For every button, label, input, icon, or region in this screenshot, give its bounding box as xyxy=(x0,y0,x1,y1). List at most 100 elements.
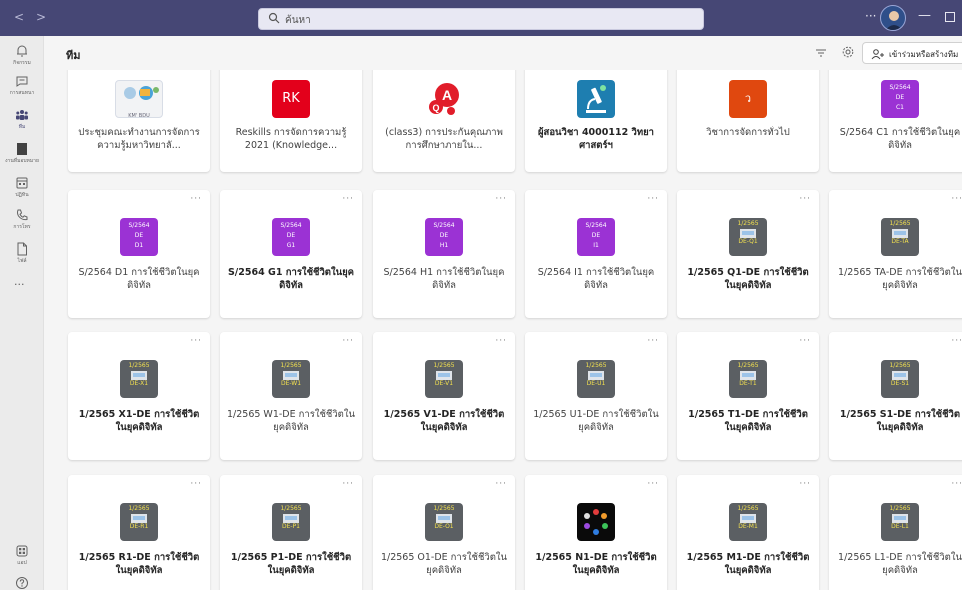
rail-item-help[interactable] xyxy=(0,576,44,590)
card-more-options-button[interactable]: ··· xyxy=(342,479,354,489)
km-illustration-icon xyxy=(124,86,159,100)
rail-item-assignments[interactable]: งานที่มอบหมาย xyxy=(0,142,44,165)
card-more-options-button[interactable]: ··· xyxy=(799,194,811,204)
rail-more-apps[interactable]: ··· xyxy=(14,278,25,291)
page-title: ทีม xyxy=(66,49,81,62)
team-card[interactable]: ··· 1/2565 DE-R1 1/2565 R1-DE การใช้ชีวิตใน… xyxy=(68,475,210,590)
tile-text: DE-L1 xyxy=(891,523,909,530)
team-card[interactable]: ··· 1/2565 DE-S1 1/2565 S1-DE การใช้ชีวิตใน… xyxy=(829,332,962,460)
tile-text: KM' BDU xyxy=(128,113,150,118)
team-card[interactable]: ··· S/2564 DE H1 S/2564 H1 การใช้ชีวิตในยุคด… xyxy=(373,190,515,318)
card-more-options-button[interactable]: ··· xyxy=(190,194,202,204)
team-card[interactable]: ··· 1/2565 DE-Q1 1/2565 Q1-DE การใช้ชีวิตใน… xyxy=(677,190,819,318)
team-name: S/2564 C1 การใช้ชีวิตในยุคดิจิทัล xyxy=(839,127,961,151)
team-name: (class3) การประกันคุณภาพการศึกษาภายใน... xyxy=(385,127,503,151)
rail-item-files[interactable]: ไฟล์ xyxy=(0,242,44,265)
card-more-options-button[interactable]: ··· xyxy=(190,479,202,489)
card-more-options-button[interactable]: ··· xyxy=(647,479,659,489)
team-tile: 1/2565 DE-T1 xyxy=(729,360,767,398)
join-button-label: เข้าร่วมหรือสร้างทีม xyxy=(889,50,959,59)
card-more-options-button[interactable]: ··· xyxy=(495,194,507,204)
maximize-button[interactable] xyxy=(945,12,955,22)
rail-item-activity[interactable]: กิจกรรม xyxy=(0,44,44,67)
team-name: S/2564 H1 การใช้ชีวิตในยุคดิจิทัล xyxy=(383,267,505,291)
search-box[interactable]: ค้นหา xyxy=(258,8,704,30)
team-tile: 1/2565 DE-O1 xyxy=(425,503,463,541)
app-rail: กิจกรรม การสนทนา ทีม งานที่มอบหมาย ปฏิทิ… xyxy=(0,36,44,590)
profile-avatar[interactable] xyxy=(880,5,906,31)
filter-icon[interactable] xyxy=(815,47,827,59)
tile-text: DE xyxy=(286,232,296,239)
team-card[interactable]: ··· 1/2565 DE-U1 1/2565 U1-DE การใช้ชีวิตใน… xyxy=(525,332,667,460)
team-name: 1/2565 L1-DE การใช้ชีวิตในยุคดิจิทัล xyxy=(838,552,962,576)
card-more-options-button[interactable]: ··· xyxy=(342,336,354,346)
rail-label: การสนทนา xyxy=(9,90,35,96)
tile-text: DE-O1 xyxy=(434,523,454,530)
card-more-options-button[interactable]: ··· xyxy=(495,479,507,489)
tile-text: I1 xyxy=(593,242,599,249)
search-icon xyxy=(268,12,280,24)
laptop-icon xyxy=(131,514,147,523)
more-options-button[interactable]: ··· xyxy=(865,9,876,23)
rail-item-teams[interactable]: ทีม xyxy=(0,108,44,131)
dots-ring-icon xyxy=(584,509,608,535)
rail-item-apps[interactable]: แอป xyxy=(0,544,44,567)
km-logo-icon: KM' BDU xyxy=(115,80,163,118)
team-name: 1/2565 P1-DE การใช้ชีวิตในยุคดิจิทัล xyxy=(230,552,352,576)
laptop-icon xyxy=(740,229,756,238)
join-or-create-team-button[interactable]: เข้าร่วมหรือสร้างทีม xyxy=(862,42,962,64)
team-card[interactable]: ··· 1/2565 DE-W1 1/2565 W1-DE การใช้ชีวิตใน… xyxy=(220,332,362,460)
minimize-button[interactable]: — xyxy=(918,8,931,23)
nav-arrows[interactable]: <> xyxy=(14,10,58,24)
teams-grid: KM' BDU ประชุมคณะทำงานการจัดการความรู้มหา… xyxy=(44,70,962,590)
team-card[interactable]: RK Reskills การจัดการความรู้ 2021 (Knowle… xyxy=(220,70,362,172)
team-card[interactable]: ··· 1/2565 DE-X1 1/2565 X1-DE การใช้ชีวิตใน… xyxy=(68,332,210,460)
team-card[interactable]: ··· 1/2565 DE-TA 1/2565 TA-DE การใช้ชีวิตใน… xyxy=(829,190,962,318)
team-card[interactable]: S/2564 DE C1 S/2564 C1 การใช้ชีวิตในยุคดิจิ… xyxy=(829,70,962,172)
team-card[interactable]: ··· 1/2565 DE-L1 1/2565 L1-DE การใช้ชีวิตใน… xyxy=(829,475,962,590)
team-card[interactable]: ··· 1/2565 DE-P1 1/2565 P1-DE การใช้ชีวิตใน… xyxy=(220,475,362,590)
laptop-icon xyxy=(131,371,147,380)
tile-text: DE xyxy=(591,232,601,239)
team-card[interactable]: ··· 1/2565 DE-T1 1/2565 T1-DE การใช้ชีวิตใน… xyxy=(677,332,819,460)
tile-text: 1/2565 xyxy=(889,505,911,512)
team-tile: 1/2565 DE-W1 xyxy=(272,360,310,398)
card-more-options-button[interactable]: ··· xyxy=(951,479,962,489)
qa-logo-icon: AQ xyxy=(425,80,463,118)
card-more-options-button[interactable]: ··· xyxy=(342,194,354,204)
rail-item-chat[interactable]: การสนทนา xyxy=(0,74,44,97)
team-card[interactable]: ··· 1/2565 N1-DE การใช้ชีวิตในยุคดิจิทัล xyxy=(525,475,667,590)
team-card[interactable]: KM' BDU ประชุมคณะทำงานการจัดการความรู้มหา… xyxy=(68,70,210,172)
card-more-options-button[interactable]: ··· xyxy=(799,336,811,346)
team-card[interactable]: A Q (class3) การประกันคุณภาพการศึกษาภายใน.… xyxy=(373,70,515,172)
rail-item-calendar[interactable]: ปฏิทิน xyxy=(0,176,44,199)
team-card[interactable]: ··· S/2564 DE D1 S/2564 D1 การใช้ชีวิตในยุคด… xyxy=(68,190,210,318)
team-card[interactable]: ··· 1/2565 DE-M1 1/2565 M1-DE การใช้ชีวิตใน… xyxy=(677,475,819,590)
tile-text: 1/2565 xyxy=(889,220,911,227)
tile-text: RK xyxy=(282,91,300,106)
card-more-options-button[interactable]: ··· xyxy=(951,336,962,346)
card-more-options-button[interactable]: ··· xyxy=(951,194,962,204)
card-more-options-button[interactable]: ··· xyxy=(799,479,811,489)
rail-label: ทีม xyxy=(18,124,26,130)
team-name: 1/2565 TA-DE การใช้ชีวิตในยุคดิจิทัล xyxy=(838,267,962,291)
team-card[interactable]: ··· 1/2565 DE-O1 1/2565 O1-DE การใช้ชีวิตใน… xyxy=(373,475,515,590)
rail-label: งานที่มอบหมาย xyxy=(5,158,39,164)
card-more-options-button[interactable]: ··· xyxy=(647,194,659,204)
team-name: 1/2565 N1-DE การใช้ชีวิตในยุคดิจิทัล xyxy=(535,552,657,576)
team-card[interactable]: ผู้สอนวิชา 4000112 วิทยาศาสตร์ฯ xyxy=(525,70,667,172)
rail-item-calls[interactable]: การโทร xyxy=(0,208,44,231)
tile-text: ว xyxy=(744,92,752,105)
team-tile: 1/2565 DE-V1 xyxy=(425,360,463,398)
tile-text: H1 xyxy=(439,242,449,249)
teams-icon xyxy=(16,110,28,120)
team-card[interactable]: ··· 1/2565 DE-V1 1/2565 V1-DE การใช้ชีวิตใน… xyxy=(373,332,515,460)
card-more-options-button[interactable]: ··· xyxy=(647,336,659,346)
team-card[interactable]: ··· S/2564 DE I1 S/2564 I1 การใช้ชีวิตในยุคด… xyxy=(525,190,667,318)
card-more-options-button[interactable]: ··· xyxy=(495,336,507,346)
team-card[interactable]: ··· S/2564 DE G1 S/2564 G1 การใช้ชีวิตในยุคด… xyxy=(220,190,362,318)
gear-icon[interactable] xyxy=(841,45,855,59)
team-card[interactable]: ววิชาการจัดการทั่วไป xyxy=(677,70,819,172)
card-more-options-button[interactable]: ··· xyxy=(190,336,202,346)
tile-text: A xyxy=(442,87,452,103)
